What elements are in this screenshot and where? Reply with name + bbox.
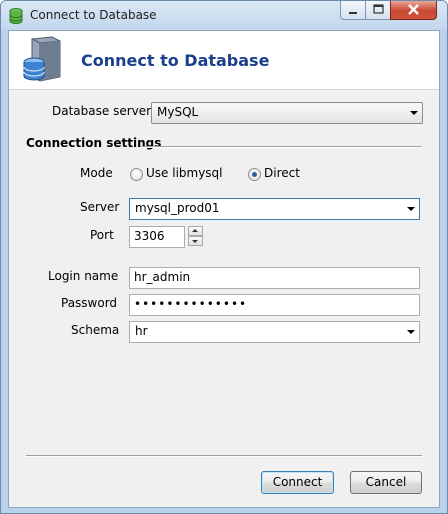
database-server-select[interactable]: MySQL [151,102,423,124]
password-input[interactable]: •••••••••••••• [129,294,420,316]
dialog-header: Connect to Database [9,31,439,90]
close-button[interactable] [390,1,437,20]
schema-value: hr [135,324,148,338]
chevron-down-icon [407,207,415,211]
dialog-body: Connect to Database Database server MySQ… [8,30,440,508]
dialog-window: Connect to Database Connect to Database … [0,0,448,514]
mode-label: Mode [80,166,113,180]
cancel-button[interactable]: Cancel [350,471,422,494]
port-value: 3306 [134,229,165,243]
port-input[interactable]: 3306 [129,226,185,248]
connect-button[interactable]: Connect [261,471,334,494]
title-bar[interactable]: Connect to Database [1,1,447,30]
schema-label: Schema [71,323,120,337]
chevron-down-icon [407,330,415,334]
minimize-button[interactable] [340,1,366,20]
maximize-button[interactable] [365,1,391,20]
server-value: mysql_prod01 [135,201,220,215]
database-server-label: Database server [52,104,152,118]
password-value: •••••••••••••• [134,297,248,311]
port-label: Port [90,228,114,242]
login-name-label: Login name [48,269,119,283]
port-decrement-button[interactable] [188,236,203,246]
radio-direct-label[interactable]: Direct [264,166,300,180]
window-title: Connect to Database [30,8,157,22]
radio-use-libmysql[interactable] [130,168,143,181]
radio-selected-dot [252,172,257,177]
port-stepper[interactable] [188,226,203,246]
database-server-icon [18,35,66,85]
radio-use-libmysql-label[interactable]: Use libmysql [146,166,223,180]
page-title: Connect to Database [81,51,270,70]
port-increment-button[interactable] [188,226,203,236]
login-name-value: hr_admin [134,270,191,284]
database-server-value: MySQL [157,105,199,119]
arrow-up-icon [192,229,198,232]
login-name-input[interactable]: hr_admin [129,267,420,289]
schema-combobox[interactable]: hr [129,321,420,343]
radio-direct[interactable] [248,168,261,181]
database-icon [9,8,23,25]
chevron-down-icon [410,111,418,115]
maximize-icon [366,1,390,19]
section-divider [140,146,422,148]
server-combobox[interactable]: mysql_prod01 [129,198,420,220]
password-label: Password [61,296,118,310]
server-label: Server [80,200,120,214]
footer-divider [26,455,422,457]
close-icon [391,1,436,19]
arrow-down-icon [192,240,198,243]
minimize-icon [341,1,365,19]
